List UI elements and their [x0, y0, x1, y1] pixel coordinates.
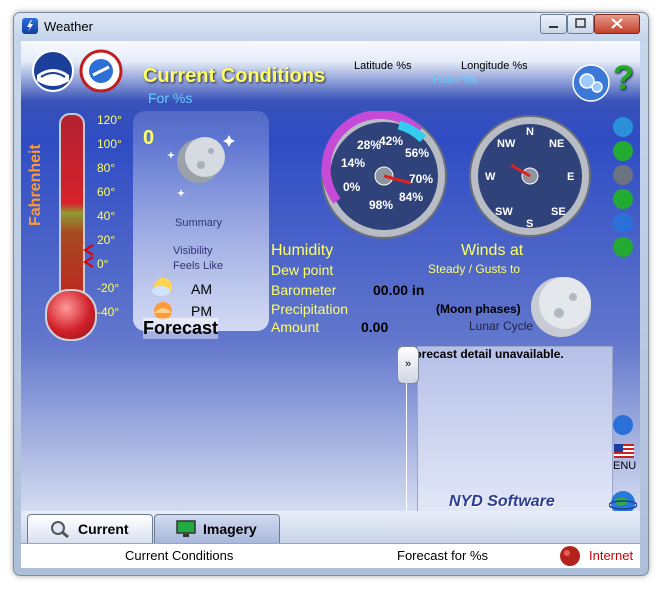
temperature-pointer-icon — [83, 244, 94, 268]
status-forecast-for: Forecast for %s — [397, 548, 489, 563]
main-panel: Current Conditions For %s Latitude %s Lo… — [21, 41, 640, 568]
status-internet: Internet — [589, 548, 634, 563]
tick-label: -20° — [97, 281, 120, 295]
night-moon-icon — [167, 135, 235, 197]
search-icon[interactable] — [613, 237, 633, 257]
longitude-label: Longitude %s — [461, 60, 528, 72]
humidity-tick: 42% — [379, 134, 403, 148]
forecast-label: Forecast — [143, 318, 219, 339]
compass-label: NW — [497, 138, 516, 150]
print-icon[interactable] — [613, 165, 633, 185]
nws-logo-icon[interactable] — [79, 49, 123, 93]
location-subtitle: For %s — [148, 90, 193, 106]
summary-label: Summary — [175, 217, 223, 229]
home-icon[interactable] — [613, 141, 633, 161]
close-button[interactable] — [594, 14, 640, 34]
forecast-scroll-tab[interactable]: » — [397, 346, 419, 384]
fahrenheit-label: Fahrenheit — [27, 144, 44, 226]
moon-phase-icon — [531, 277, 591, 337]
noaa-logo-icon[interactable] — [31, 49, 75, 93]
humidity-tick: 28% — [357, 138, 381, 152]
am-weather-icon — [152, 278, 172, 296]
forward-icon[interactable] — [613, 189, 633, 209]
forecast-detail-text: Forecast detail unavailable. — [407, 347, 564, 361]
temperature-value: 0 — [143, 127, 155, 149]
help-icon[interactable]: ? — [613, 59, 634, 98]
humidity-gauge: 28% 42% 56% 14% 70% 0% 84% 98% — [321, 111, 447, 239]
compass-label: E — [567, 171, 574, 183]
nyd-software-logo[interactable]: NYD Software — [449, 493, 555, 511]
monitor-icon — [176, 520, 196, 537]
tick-label: 60° — [97, 185, 116, 199]
tick-label: 20° — [97, 233, 116, 247]
compass-label: SW — [495, 206, 513, 218]
info-icon[interactable] — [613, 415, 633, 435]
pm-label: PM — [191, 303, 212, 319]
barometer-label: Barometer — [271, 282, 337, 298]
tick-label: -40° — [97, 305, 120, 319]
thermometer-tube — [59, 113, 85, 313]
visibility-label: Visibility — [173, 245, 213, 257]
compass-label: NE — [549, 138, 564, 150]
humidity-tick: 84% — [399, 190, 423, 204]
barometer-value: 00.00 in — [373, 282, 425, 298]
wind-compass: N NW NE W E SW SE S — [469, 115, 591, 237]
humidity-tick: 70% — [409, 172, 433, 186]
tab-imagery-label: Imagery — [203, 521, 257, 537]
tick-label: 120° — [97, 113, 122, 127]
settings-gear-icon[interactable] — [571, 63, 611, 103]
internet-globe-icon — [560, 546, 580, 566]
from-label: From %s — [433, 74, 477, 86]
tab-current-label: Current — [78, 521, 129, 537]
title-bar[interactable]: Weather — [14, 13, 648, 41]
lunar-cycle-label: Lunar Cycle — [469, 319, 534, 333]
amount-value: 0.00 — [361, 319, 389, 335]
status-bar: Current Conditions Forecast for %s Inter… — [21, 543, 640, 568]
app-window: Weather Current Conditions For %s Latitu… — [13, 12, 649, 576]
feels-like-label: Feels Like — [173, 260, 224, 272]
winds-at-label: Winds at — [461, 242, 524, 259]
minimize-button[interactable] — [540, 14, 567, 34]
forecast-divider — [406, 383, 407, 511]
maximize-button[interactable] — [567, 14, 594, 34]
refresh-icon[interactable] — [613, 117, 633, 137]
tick-label: 100° — [97, 137, 122, 151]
moon-phases-label: (Moon phases) — [436, 302, 521, 316]
am-label: AM — [191, 281, 212, 297]
tab-imagery[interactable]: Imagery — [154, 514, 280, 544]
amount-label: Amount — [271, 319, 320, 335]
page-title: Current Conditions — [143, 65, 326, 87]
weather-app-icon — [22, 18, 38, 34]
precipitation-label: Precipitation — [271, 301, 349, 317]
humidity-tick: 98% — [369, 198, 393, 212]
dew-point-label: Dew point — [271, 262, 334, 278]
humidity-tick: 14% — [341, 156, 365, 170]
tick-label: 40° — [97, 209, 116, 223]
compass-label: W — [485, 171, 496, 183]
language-label[interactable]: ENU — [613, 460, 636, 472]
status-current-conditions: Current Conditions — [125, 548, 234, 563]
humidity-tick: 56% — [405, 146, 429, 160]
compass-label: S — [526, 218, 533, 230]
tab-bar: Current Imagery — [21, 511, 640, 544]
us-flag-icon[interactable] — [614, 444, 634, 458]
humidity-label: Humidity — [271, 242, 334, 259]
next-icon[interactable] — [613, 213, 633, 233]
magnifier-icon — [51, 521, 69, 538]
thermometer-bulb — [45, 289, 97, 341]
humidity-tick: 0% — [343, 180, 361, 194]
window-title: Weather — [44, 19, 93, 34]
steady-gusts-label: Steady / Gusts to — [428, 262, 521, 276]
tick-label: 80° — [97, 161, 116, 175]
tick-label: 0° — [97, 257, 109, 271]
tab-current[interactable]: Current — [27, 514, 153, 544]
compass-label: SE — [551, 206, 566, 218]
forecast-detail-panel — [417, 346, 613, 513]
compass-label: N — [526, 126, 534, 138]
latitude-label: Latitude %s — [354, 60, 412, 72]
